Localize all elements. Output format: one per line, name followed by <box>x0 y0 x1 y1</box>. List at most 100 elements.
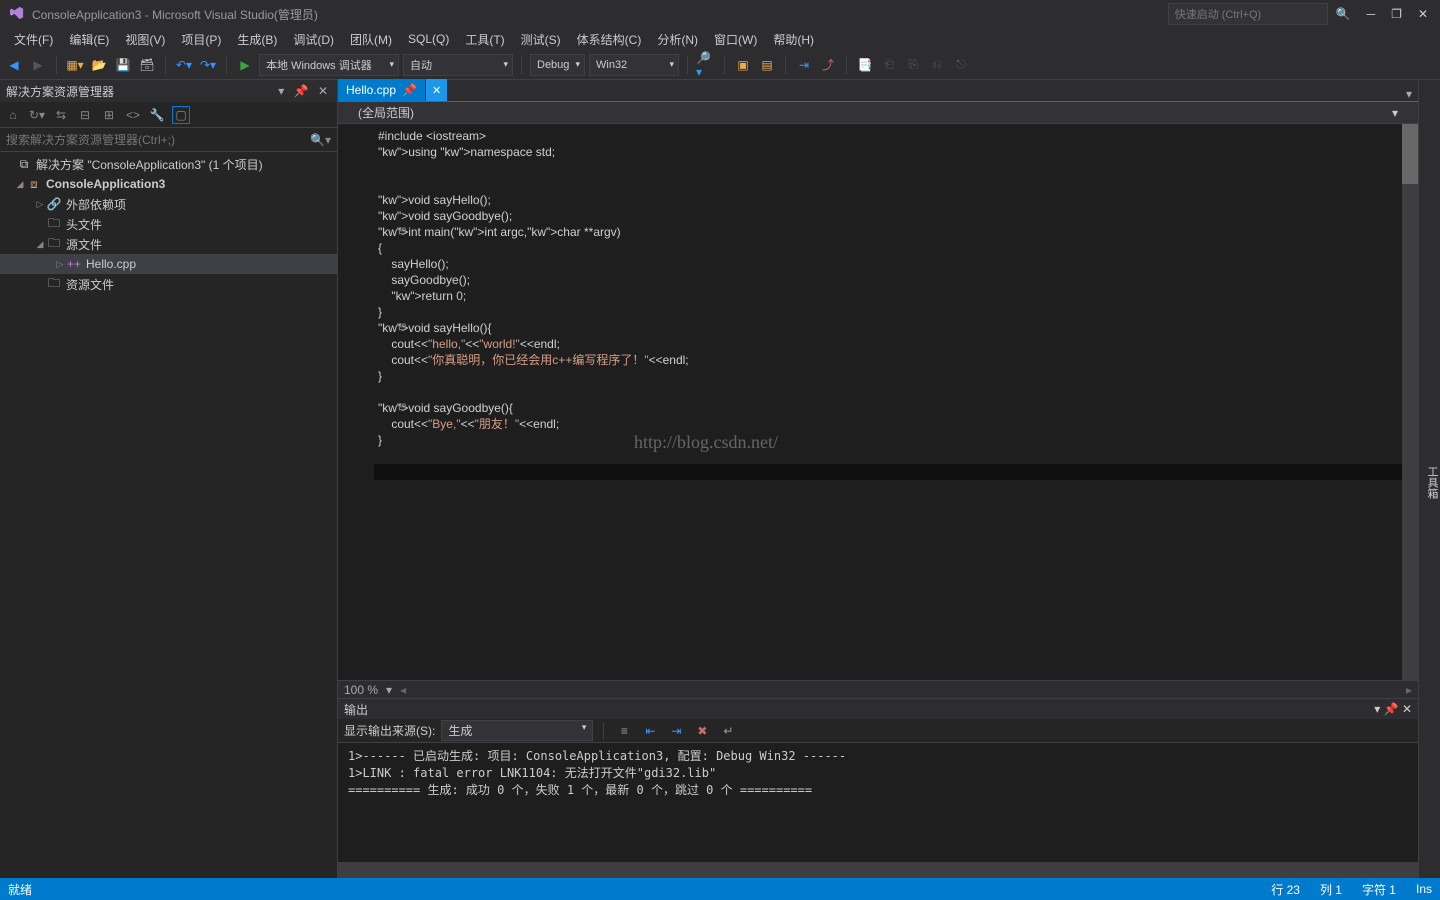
wrap-icon[interactable]: ↵ <box>718 721 738 741</box>
home-icon[interactable]: ⌂ <box>4 108 22 122</box>
menu-item[interactable]: 编辑(E) <box>61 29 117 50</box>
headers-node[interactable]: 🗀 头文件 <box>0 214 337 234</box>
code-view-icon[interactable]: <> <box>124 108 142 122</box>
undo-icon[interactable]: ↶▾ <box>174 55 194 75</box>
hello-cpp-node[interactable]: ▷++ Hello.cpp <box>0 254 337 274</box>
menu-item[interactable]: 项目(P) <box>173 29 229 50</box>
search-icon[interactable]: 🔍 <box>1328 7 1359 21</box>
debugger-select[interactable]: 本地 Windows 调试器 <box>259 54 399 76</box>
menu-item[interactable]: 帮助(H) <box>765 29 822 50</box>
editor-scrollbar[interactable] <box>1402 124 1418 680</box>
output-panel: 输出 ▾ 📌 ✕ 显示输出来源(S): 生成 ≡ ⇤ ⇥ ✖ ↵ 1>-----… <box>338 698 1418 878</box>
folder-icon: 🗀 <box>46 274 62 295</box>
project-icon: ⧈ <box>26 177 42 192</box>
save-icon[interactable]: 💾 <box>113 55 133 75</box>
resources-node[interactable]: 🗀 资源文件 <box>0 274 337 294</box>
toolbox-tab[interactable]: 工具箱 <box>1418 80 1440 878</box>
menu-item[interactable]: 视图(V) <box>117 29 173 50</box>
tabs-menu-icon[interactable]: ▾ <box>1400 87 1418 101</box>
close-pane-icon[interactable]: ✕ <box>315 84 331 98</box>
close-icon[interactable]: ✕ <box>1410 7 1436 21</box>
menu-item[interactable]: 测试(S) <box>513 29 569 50</box>
menu-item[interactable]: 生成(B) <box>229 29 285 50</box>
editor-tabs: Hello.cpp 📌 ✕ ▾ <box>338 80 1418 102</box>
project-node[interactable]: ◢⧈ ConsoleApplication3 <box>0 174 337 194</box>
scope-bar[interactable]: (全局范围) ▾ <box>338 102 1418 124</box>
pin-icon[interactable]: 📌 <box>291 84 312 98</box>
status-char: 字符 1 <box>1362 881 1396 898</box>
hscroll-right-icon[interactable]: ▸ <box>1406 683 1412 697</box>
code-area[interactable]: #include <iostream>"kw">using "kw">names… <box>374 124 1418 680</box>
auto-select[interactable]: 自动 <box>403 54 513 76</box>
step2-icon[interactable]: ⤴ <box>818 55 838 75</box>
out-pin-icon[interactable]: 📌 <box>1384 702 1399 716</box>
misc2-icon[interactable]: ⎘ <box>903 55 923 75</box>
misc1-icon[interactable]: ⎗ <box>879 55 899 75</box>
external-deps-node[interactable]: ▷🔗 外部依赖项 <box>0 194 337 214</box>
solution-icon: ⧉ <box>16 157 32 172</box>
zoom-level[interactable]: 100 % <box>344 683 378 697</box>
split-icon[interactable]: ◂ <box>400 683 406 697</box>
goto-icon[interactable]: ≡ <box>614 721 634 741</box>
solution-search[interactable]: 🔍▾ <box>0 128 337 152</box>
solution-node[interactable]: ⧉ 解决方案 "ConsoleApplication3" (1 个项目) <box>0 154 337 174</box>
out-drop-icon[interactable]: ▾ <box>1374 702 1380 716</box>
cycle-icon[interactable]: ↻▾ <box>28 108 46 122</box>
preview-icon[interactable]: ▢ <box>172 106 190 124</box>
menu-item[interactable]: 窗口(W) <box>706 29 765 50</box>
misc4-icon[interactable]: ⎋ <box>951 55 971 75</box>
output-hscroll[interactable] <box>338 862 1418 878</box>
redo-icon[interactable]: ↷▾ <box>198 55 218 75</box>
output-source-select[interactable]: 生成 <box>441 720 593 741</box>
comment-icon[interactable]: ▣ <box>733 55 753 75</box>
menu-item[interactable]: 工具(T) <box>457 29 512 50</box>
quick-launch-input[interactable]: 快速启动 (Ctrl+Q) <box>1168 3 1328 25</box>
misc3-icon[interactable]: ⎌ <box>927 55 947 75</box>
menu-item[interactable]: 体系结构(C) <box>569 29 650 50</box>
next-icon[interactable]: ⇥ <box>666 721 686 741</box>
menu-item[interactable]: 团队(M) <box>342 29 400 50</box>
open-icon[interactable]: 📂 <box>89 55 109 75</box>
main-toolbar: ◀ ▶ ▦▾ 📂 💾 🗃 ↶▾ ↷▾ ▶ 本地 Windows 调试器 自动 D… <box>0 50 1440 80</box>
collapse-icon[interactable]: ⊟ <box>76 108 94 122</box>
code-editor[interactable]: #include <iostream>"kw">using "kw">names… <box>338 124 1418 680</box>
nav-fwd-icon[interactable]: ▶ <box>28 55 48 75</box>
tab-hello[interactable]: Hello.cpp 📌 <box>338 79 425 101</box>
prev-icon[interactable]: ⇤ <box>640 721 660 741</box>
clear-icon[interactable]: ✖ <box>692 721 712 741</box>
new-project-icon[interactable]: ▦▾ <box>65 55 85 75</box>
nav-back-icon[interactable]: ◀ <box>4 55 24 75</box>
show-all-icon[interactable]: ⊞ <box>100 108 118 122</box>
maximize-icon[interactable]: ❐ <box>1383 7 1410 21</box>
status-ins: Ins <box>1416 882 1432 896</box>
menu-item[interactable]: SQL(Q) <box>400 30 457 48</box>
platform-select[interactable]: Win32 <box>589 54 679 76</box>
find-icon[interactable]: 🔎▾ <box>696 55 716 75</box>
dropdown-icon[interactable]: ▾ <box>275 84 287 98</box>
bookmark-icon[interactable]: 📑 <box>855 55 875 75</box>
tab-close-icon[interactable]: ✕ <box>432 84 441 97</box>
step-icon[interactable]: ⇥ <box>794 55 814 75</box>
out-close-icon[interactable]: ✕ <box>1402 702 1412 716</box>
sync-icon[interactable]: ⇆ <box>52 108 70 122</box>
tab-close[interactable]: ✕ <box>426 79 447 101</box>
output-header: 输出 ▾ 📌 ✕ <box>338 699 1418 719</box>
uncomment-icon[interactable]: ▤ <box>757 55 777 75</box>
menu-item[interactable]: 文件(F) <box>6 29 61 50</box>
tab-pin-icon[interactable]: 📌 <box>402 83 417 97</box>
scope-dropdown-icon[interactable]: ▾ <box>1392 106 1398 120</box>
output-body[interactable]: 1>------ 已启动生成: 项目: ConsoleApplication3,… <box>338 743 1418 862</box>
properties-icon[interactable]: 🔧 <box>148 108 166 122</box>
solution-search-input[interactable] <box>6 133 310 147</box>
config-select[interactable]: Debug <box>530 54 585 76</box>
minimize-icon[interactable]: ─ <box>1359 7 1384 21</box>
search-go-icon[interactable]: 🔍▾ <box>310 133 331 147</box>
zoom-dropdown-icon[interactable]: ▾ <box>386 683 392 697</box>
save-all-icon[interactable]: 🗃 <box>137 55 157 75</box>
start-debug-icon[interactable]: ▶ <box>235 55 255 75</box>
title-bar: ConsoleApplication3 - Microsoft Visual S… <box>0 0 1440 28</box>
menu-item[interactable]: 调试(D) <box>285 29 342 50</box>
menu-item[interactable]: 分析(N) <box>649 29 706 50</box>
sources-node[interactable]: ◢🗀 源文件 <box>0 234 337 254</box>
output-from-label: 显示输出来源(S): <box>344 722 435 739</box>
